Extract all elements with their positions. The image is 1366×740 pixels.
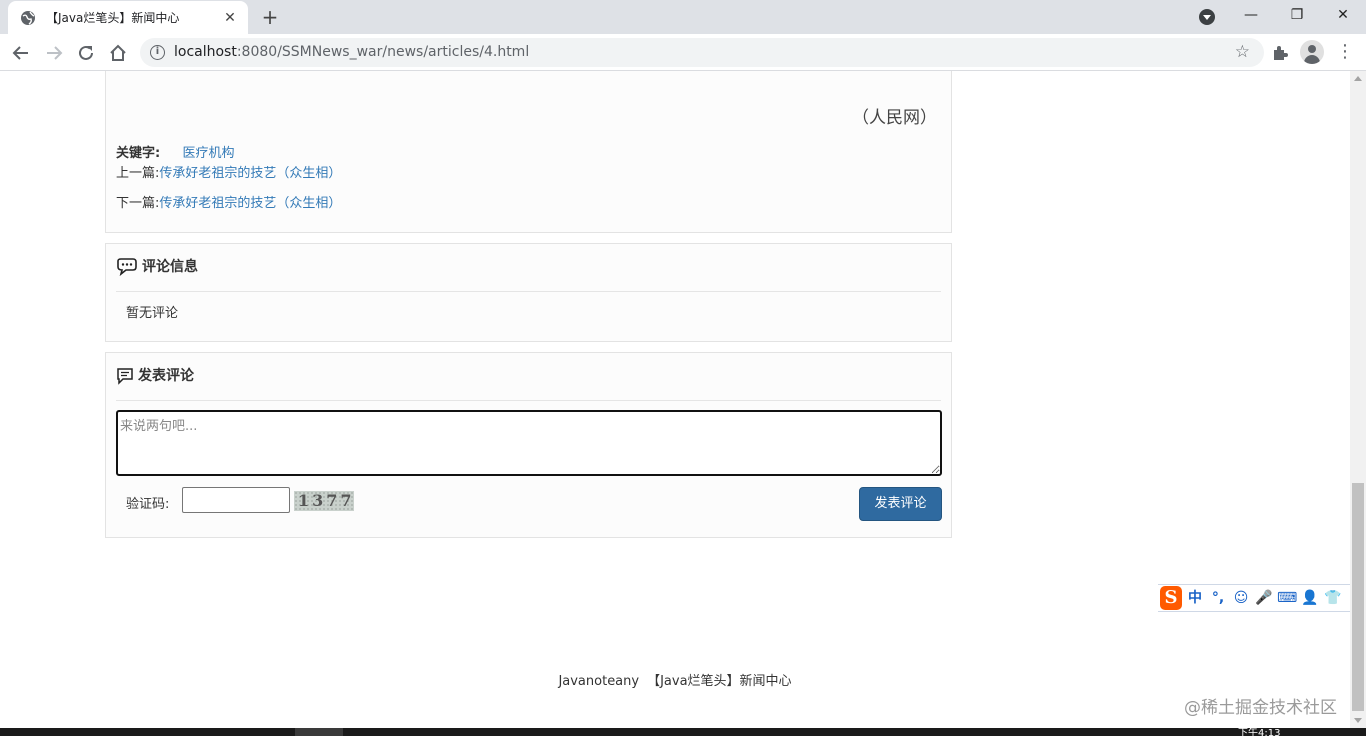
os-taskbar: 下午4:13 [0,728,1366,739]
comments-panel: 评论信息 暂无评论 [105,243,952,342]
tab-strip: 【Java烂笔头】新闻中心 ✕ + — ❐ ✕ [0,0,1366,34]
comments-title: 评论信息 [142,259,198,275]
ime-toolbar: S 中 °, ☺ 🎤 ⌨ 👤 👕 ▦ [1158,584,1350,612]
ime-mode-icon[interactable]: 中 [1185,586,1205,610]
info-icon[interactable]: i [150,45,165,60]
page-footer: Javanoteany 【Java烂笔头】新闻中心 [0,670,1350,689]
next-article-link[interactable]: 传承好老祖宗的技艺（众生相） [159,196,341,211]
home-icon[interactable] [105,40,131,66]
captcha-code: 1377 [298,491,354,510]
comment-textarea[interactable] [116,410,942,476]
captcha-input[interactable] [182,487,290,513]
address-bar[interactable]: i localhost:8080/SSMNews_war/news/articl… [140,38,1264,67]
scroll-down-icon[interactable] [1354,718,1362,723]
article-panel: （人民网） 关键字: 医疗机构 上一篇:传承好老祖宗的技艺（众生相） 下一篇:传… [105,71,952,233]
tab-title: 【Java烂笔头】新闻中心 [46,11,180,25]
submit-comment-button[interactable]: 发表评论 [859,487,942,521]
comments-header: 评论信息 [116,258,941,292]
scroll-up-icon[interactable] [1354,76,1362,81]
post-comment-header: 发表评论 [116,367,941,401]
close-window-button[interactable]: ✕ [1320,0,1366,34]
next-article-row: 下一篇:传承好老祖宗的技艺（众生相） [116,192,341,211]
bookmark-star-icon[interactable]: ☆ [1235,42,1250,62]
extensions-puzzle-icon[interactable] [1269,42,1291,64]
next-label: 下一篇: [116,196,160,211]
ime-emoji-icon[interactable]: ☺ [1231,586,1251,610]
globe-icon [21,10,35,25]
tab-close-icon[interactable]: ✕ [222,10,238,26]
keywords-label: 关键字: [116,146,161,161]
captcha-label: 验证码: [126,497,170,512]
post-comment-panel: 发表评论 验证码: 1377 发表评论 [105,352,952,538]
browser-toolbar: i localhost:8080/SSMNews_war/news/articl… [0,34,1366,71]
url-text[interactable]: localhost:8080/SSMNews_war/news/articles… [174,44,529,60]
footer-site-name: 【Java烂笔头】新闻中心 [647,674,792,689]
profile-avatar-icon[interactable] [1300,40,1324,64]
keyword-link[interactable]: 医疗机构 [182,146,234,161]
footer-author: Javanoteany [558,674,640,689]
prev-label: 上一篇: [116,166,160,181]
forward-arrow-icon[interactable] [41,40,67,66]
taskbar-active-app[interactable] [295,728,343,736]
ime-punctuation-icon[interactable]: °, [1208,586,1228,610]
watermark-text: @稀土掘金技术社区 [1184,698,1337,718]
reload-icon[interactable] [73,40,99,66]
sogou-logo-icon[interactable]: S [1160,586,1182,610]
more-menu-icon[interactable]: ⋮ [1336,42,1354,64]
back-arrow-icon[interactable] [8,40,34,66]
prev-article-link[interactable]: 传承好老祖宗的技艺（众生相） [159,166,341,181]
keywords-row: 关键字: 医疗机构 [116,142,235,161]
minimize-button[interactable]: — [1228,0,1274,34]
article-source: （人民网） [852,108,937,128]
no-comments-text: 暂无评论 [126,306,179,321]
taskbar-clock: 下午4:13 [1238,728,1281,739]
comments-bubble-icon [117,258,137,276]
scroll-thumb[interactable] [1352,483,1364,711]
new-tab-button[interactable]: + [258,6,282,28]
ime-skin-icon[interactable]: 👕 [1323,586,1343,610]
captcha-image[interactable]: 1377 [294,491,354,511]
browser-tab[interactable]: 【Java烂笔头】新闻中心 ✕ [8,1,248,34]
page-viewport: （人民网） 关键字: 医疗机构 上一篇:传承好老祖宗的技艺（众生相） 下一篇:传… [0,71,1350,728]
ime-keyboard-icon[interactable]: ⌨ [1277,586,1297,610]
tab-search-icon[interactable] [1199,9,1215,25]
comment-icon [117,368,133,385]
prev-article-row: 上一篇:传承好老祖宗的技艺（众生相） [116,162,341,181]
page-scrollbar[interactable] [1350,71,1366,728]
ime-user-icon[interactable]: 👤 [1300,586,1320,610]
post-comment-title: 发表评论 [138,368,194,384]
ime-voice-icon[interactable]: 🎤 [1254,586,1274,610]
maximize-button[interactable]: ❐ [1274,0,1320,34]
